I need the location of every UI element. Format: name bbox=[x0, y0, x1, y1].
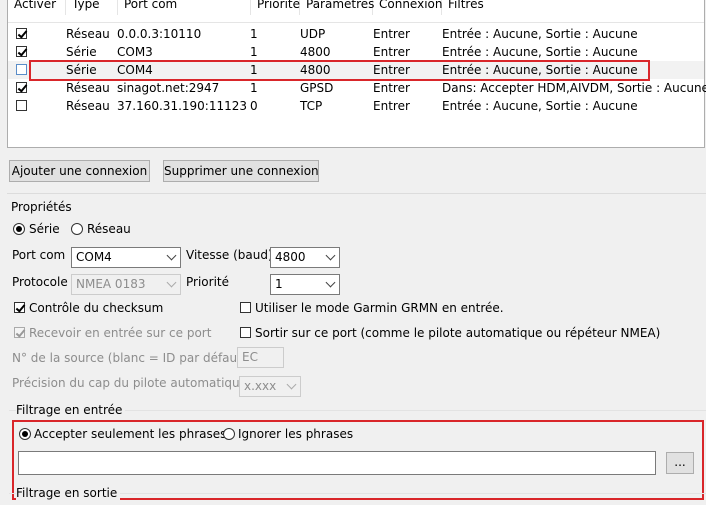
highlight-box-row bbox=[29, 60, 650, 81]
checksum-label[interactable]: Contrôle du checksum bbox=[29, 301, 163, 315]
row-type: Réseau bbox=[66, 81, 110, 95]
row-priority: 1 bbox=[250, 27, 258, 41]
row-priority: 1 bbox=[250, 81, 258, 95]
port-label: Port com bbox=[12, 248, 66, 262]
protocol-select[interactable]: NMEA 0183 bbox=[71, 274, 181, 295]
chevron-down-icon bbox=[286, 379, 297, 390]
remove-connection-button[interactable]: Supprimer une connexion bbox=[163, 160, 319, 182]
column-header-connexion[interactable]: Connexion bbox=[373, 0, 443, 15]
output-label[interactable]: Sortir sur ce port (comme le pilote auto… bbox=[255, 326, 660, 340]
input-filter-title: Filtrage en entrée bbox=[16, 403, 126, 417]
precision-select[interactable]: x.xxx bbox=[239, 376, 301, 397]
row-params: 4800 bbox=[300, 45, 331, 59]
properties-title: Propriétés bbox=[11, 200, 72, 214]
row-connection: Entrer bbox=[373, 99, 410, 113]
row-port: sinagot.net:2947 bbox=[117, 81, 220, 95]
receive-label[interactable]: Recevoir en entrée sur ce port bbox=[29, 326, 211, 340]
row-priority: 0 bbox=[250, 99, 258, 113]
output-filter-title: Filtrage en sortie bbox=[16, 486, 121, 500]
precision-label: Précision du cap du pilote automatique bbox=[12, 376, 248, 390]
row-type: Réseau bbox=[66, 27, 110, 41]
serie-radio[interactable] bbox=[13, 223, 25, 235]
checksum-checkbox[interactable] bbox=[14, 302, 25, 313]
table-row[interactable]: Réseau 0.0.0.3:10110 1 UDP Entrer Entrée… bbox=[8, 25, 704, 43]
source-input[interactable]: EC bbox=[237, 347, 284, 368]
priority-select[interactable]: 1 bbox=[270, 274, 340, 295]
row-connection: Entrer bbox=[373, 81, 410, 95]
row-enable-checkbox[interactable] bbox=[16, 82, 27, 93]
output-checkbox[interactable] bbox=[240, 327, 251, 338]
row-filters: Dans: Accepter HDM,AIVDM, Sortie : Aucun… bbox=[442, 81, 706, 95]
row-type: Série bbox=[66, 45, 97, 59]
column-header-type[interactable]: Type bbox=[66, 0, 118, 15]
table-row[interactable]: Réseau sinagot.net:2947 1 GPSD Entrer Da… bbox=[8, 79, 706, 97]
row-params: GPSD bbox=[300, 81, 334, 95]
chevron-down-icon bbox=[166, 277, 177, 288]
column-header-priorite[interactable]: Priorité bbox=[251, 0, 300, 15]
priority-label: Priorité bbox=[186, 275, 229, 289]
speed-label: Vitesse (baud) bbox=[186, 248, 273, 262]
column-header-activer[interactable]: Activer bbox=[8, 0, 66, 15]
chevron-down-icon bbox=[325, 277, 336, 288]
column-header-parametres[interactable]: Paramètres bbox=[300, 0, 374, 15]
column-header-filtres[interactable]: Filtres bbox=[442, 0, 704, 15]
row-params: UDP bbox=[300, 27, 326, 41]
speed-select-value: 4800 bbox=[275, 250, 306, 264]
row-priority: 1 bbox=[250, 45, 258, 59]
source-label: N° de la source (blanc = ID par défaut) bbox=[12, 351, 247, 365]
row-type: Réseau bbox=[66, 99, 110, 113]
row-filters: Entrée : Aucune, Sortie : Aucune bbox=[442, 45, 638, 59]
column-header-port[interactable]: Port com bbox=[118, 0, 251, 15]
protocol-label: Protocole bbox=[12, 275, 68, 289]
table-row[interactable]: Série COM3 1 4800 Entrer Entrée : Aucune… bbox=[8, 43, 704, 61]
protocol-select-value: NMEA 0183 bbox=[76, 277, 146, 291]
receive-checkbox[interactable] bbox=[14, 327, 25, 338]
row-connection: Entrer bbox=[373, 45, 410, 59]
reseau-radio-label[interactable]: Réseau bbox=[87, 222, 131, 236]
row-connection: Entrer bbox=[373, 27, 410, 41]
port-select[interactable]: COM4 bbox=[71, 247, 181, 268]
table-row[interactable]: Réseau 37.160.31.190:11123 0 TCP Entrer … bbox=[8, 97, 704, 115]
garmin-label[interactable]: Utiliser le mode Garmin GRMN en entrée. bbox=[255, 301, 504, 315]
row-enable-checkbox[interactable] bbox=[16, 100, 27, 111]
garmin-checkbox[interactable] bbox=[240, 302, 251, 313]
row-enable-checkbox[interactable] bbox=[16, 64, 27, 75]
precision-select-value: x.xxx bbox=[244, 379, 277, 393]
chevron-down-icon bbox=[166, 250, 177, 261]
reseau-radio[interactable] bbox=[71, 223, 83, 235]
row-port: COM3 bbox=[117, 45, 153, 59]
chevron-down-icon bbox=[325, 250, 336, 261]
row-filters: Entrée : Aucune, Sortie : Aucune bbox=[442, 27, 638, 41]
serie-radio-label[interactable]: Série bbox=[29, 222, 60, 236]
row-filters: Entrée : Aucune, Sortie : Aucune bbox=[442, 99, 638, 113]
row-enable-checkbox[interactable] bbox=[16, 46, 27, 57]
row-port: 0.0.0.3:10110 bbox=[117, 27, 202, 41]
add-connection-button[interactable]: Ajouter une connexion bbox=[9, 160, 150, 182]
speed-select[interactable]: 4800 bbox=[270, 247, 340, 268]
priority-select-value: 1 bbox=[275, 277, 283, 291]
list-header: Activer Type Port com Priorité Paramètre… bbox=[8, 0, 704, 23]
port-select-value: COM4 bbox=[76, 250, 112, 264]
row-port: 37.160.31.190:11123 bbox=[117, 99, 248, 113]
properties-separator bbox=[7, 193, 706, 194]
row-enable-checkbox[interactable] bbox=[16, 28, 27, 39]
row-params: TCP bbox=[300, 99, 323, 113]
